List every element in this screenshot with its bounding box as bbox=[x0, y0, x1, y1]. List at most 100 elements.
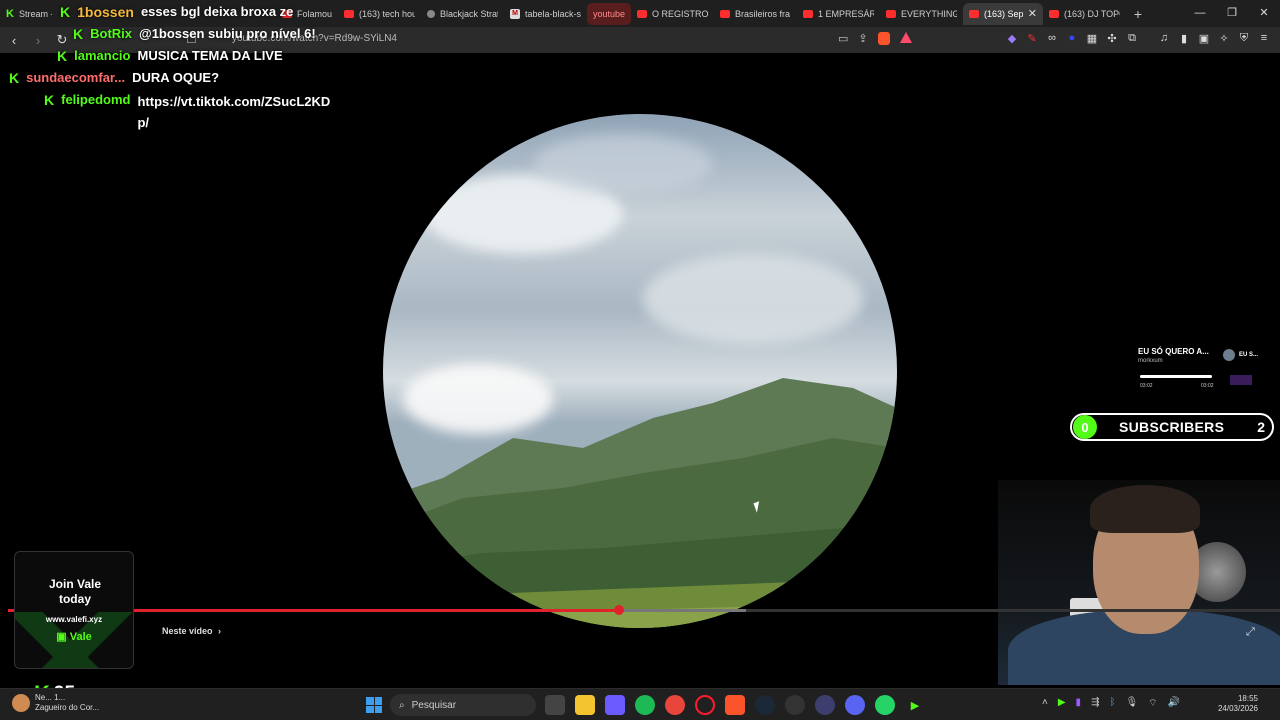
taskbar-search[interactable]: ⌕ Pesquisar bbox=[390, 694, 536, 716]
volume-icon[interactable]: 🔊 bbox=[1168, 697, 1180, 710]
taskbar-clock[interactable]: 18:55 24/03/2026 bbox=[1208, 694, 1258, 714]
streamer-hair bbox=[1090, 485, 1200, 533]
close-icon[interactable]: ✕ bbox=[1028, 7, 1037, 20]
tab-brasileiros[interactable]: Brasileiros fra bbox=[714, 3, 797, 25]
chevron-up-icon[interactable]: ˄ bbox=[1042, 697, 1048, 710]
task-view-icon[interactable] bbox=[545, 695, 565, 715]
brave-icon[interactable] bbox=[725, 695, 745, 715]
minimize-icon[interactable]: — bbox=[1184, 0, 1216, 27]
video-progress-bar[interactable] bbox=[8, 605, 1280, 615]
wifi-icon[interactable]: ⌔ bbox=[1148, 697, 1157, 710]
wallet-icon[interactable]: ▣ bbox=[1198, 32, 1210, 45]
news-line-1: Ne... 1... bbox=[35, 693, 66, 702]
obs-icon[interactable] bbox=[785, 695, 805, 715]
tab-tech-house[interactable]: (163) tech hou bbox=[338, 3, 421, 25]
search-placeholder: Pesquisar bbox=[411, 699, 457, 711]
tab-everything[interactable]: EVERYTHING bbox=[880, 3, 963, 25]
tab-blackjack[interactable]: Blackjack Strat bbox=[421, 3, 504, 25]
tab-label: Stream - bbox=[18, 8, 52, 19]
join-promo-card: Join Vale today www.valefi.xyz ▣ Vale bbox=[14, 551, 134, 669]
youtube-icon bbox=[803, 9, 813, 18]
extension-icon[interactable]: ● bbox=[1066, 32, 1078, 44]
music-icon[interactable]: ♫ bbox=[1158, 32, 1170, 44]
leo-ai-icon[interactable]: ✧ bbox=[1218, 32, 1230, 45]
kick-app-icon[interactable]: ▶ bbox=[905, 695, 925, 715]
windows-start-icon[interactable] bbox=[366, 697, 382, 713]
brave-shield-icon[interactable] bbox=[877, 32, 890, 45]
youtube-icon bbox=[969, 9, 979, 18]
reload-icon[interactable]: ↻ bbox=[52, 32, 72, 48]
youtube-icon bbox=[344, 9, 354, 18]
whatsapp-icon[interactable] bbox=[875, 695, 895, 715]
video-frame[interactable] bbox=[383, 114, 897, 628]
now-playing-progress-fill bbox=[1140, 375, 1212, 378]
tab-tabela[interactable]: M tabela-black-s bbox=[504, 3, 587, 25]
microphone-icon[interactable]: 🎙 bbox=[1125, 697, 1138, 710]
restore-icon[interactable]: ❐ bbox=[1216, 0, 1248, 27]
screenshot-icon[interactable]: ⧉ bbox=[1126, 32, 1138, 44]
tab-stream[interactable]: K Stream - bbox=[0, 3, 58, 25]
chat-message: K felipedomd https://vt.tiktok.com/ZSucL… bbox=[44, 91, 337, 133]
tab-youtube[interactable]: youtube bbox=[587, 2, 631, 25]
chat-message: K BotRix @1bossen subiu pro nível 6! bbox=[73, 25, 339, 43]
scrubber-handle[interactable] bbox=[613, 605, 624, 615]
document-icon: M bbox=[510, 8, 520, 19]
cast-icon[interactable]: ▭ bbox=[838, 32, 848, 45]
spotify-icon[interactable] bbox=[635, 695, 655, 715]
app-icon[interactable] bbox=[815, 695, 835, 715]
chrome-icon[interactable] bbox=[665, 695, 685, 715]
chat-username: felipedomd bbox=[61, 92, 131, 107]
tab-registro[interactable]: O REGISTRO - bbox=[631, 3, 714, 25]
tab-label: (163) tech hou bbox=[359, 8, 415, 19]
share-icon[interactable]: ⇪ bbox=[858, 32, 867, 45]
file-explorer-icon[interactable] bbox=[575, 695, 595, 715]
tab-label: youtube bbox=[593, 8, 625, 19]
puzzle-icon[interactable]: ✣ bbox=[1106, 32, 1118, 45]
kick-badge-icon: K bbox=[73, 26, 84, 42]
bluetooth-icon[interactable]: ᛒ bbox=[1109, 697, 1115, 710]
tray-app-icon[interactable]: ▶ bbox=[1058, 697, 1066, 710]
news-widget[interactable]: Ne... 1... Zagueiro do Cor... bbox=[12, 693, 99, 713]
extension-icon[interactable]: ◆ bbox=[1006, 32, 1018, 45]
brave-rewards-icon[interactable] bbox=[899, 32, 912, 43]
chat-text: MUSICA TEMA DA LIVE bbox=[137, 48, 283, 63]
youtube-icon bbox=[886, 9, 896, 18]
tray-app-icon[interactable]: ▮ bbox=[1076, 697, 1082, 710]
fullscreen-icon[interactable]: ⤢ bbox=[1246, 626, 1255, 639]
sidebar-icon[interactable]: ▮ bbox=[1178, 32, 1190, 45]
opera-icon[interactable] bbox=[695, 695, 715, 715]
promo-brand-name: Vale bbox=[69, 631, 92, 643]
tab-dj-topo[interactable]: (163) DJ TOPO bbox=[1043, 3, 1126, 25]
chat-message: K sundaecomfar... DURA OQUE? bbox=[9, 69, 252, 87]
tab-empresario[interactable]: 1 EMPRESÁRI bbox=[797, 3, 880, 25]
back-icon[interactable]: ‹ bbox=[4, 33, 24, 48]
extension-icon[interactable]: ✎ bbox=[1026, 32, 1038, 45]
vpn-icon[interactable]: ⛨ bbox=[1238, 32, 1250, 44]
chat-username: 1bossen bbox=[77, 4, 134, 20]
kick-badge-icon: K bbox=[44, 92, 55, 108]
tab-active[interactable]: (163) Sep ✕ bbox=[963, 2, 1043, 25]
search-icon: ⌕ bbox=[399, 699, 405, 711]
chat-text: @1bossen subiu pro nível 6! bbox=[139, 26, 316, 41]
steam-icon[interactable] bbox=[755, 695, 775, 715]
chat-text[interactable]: https://vt.tiktok.com/ZSucL2KDp/ bbox=[137, 91, 337, 133]
extension-icon[interactable]: ∞ bbox=[1046, 32, 1058, 44]
chat-username: lamancio bbox=[74, 48, 131, 63]
forward-icon[interactable]: › bbox=[28, 33, 48, 48]
extensions-bar: ◆ ✎ ∞ ● ▦ ✣ ⧉ ♫ ▮ ▣ ✧ ⛨ ≡ bbox=[1006, 32, 1270, 45]
chat-username: sundaecomfar... bbox=[26, 70, 126, 85]
close-window-icon[interactable]: ✕ bbox=[1248, 0, 1280, 27]
subscribers-goal: 2 bbox=[1257, 419, 1265, 435]
menu-icon[interactable]: ≡ bbox=[1258, 32, 1270, 44]
subscribers-count: 0 bbox=[1073, 415, 1097, 439]
now-playing-duration: 03:02 bbox=[1201, 383, 1214, 389]
news-icon bbox=[12, 694, 30, 712]
app-grid-icon[interactable] bbox=[605, 695, 625, 715]
new-tab-button[interactable]: + bbox=[1126, 6, 1150, 22]
extension-icon[interactable]: ▦ bbox=[1086, 32, 1098, 45]
system-tray: ˄ ▶ ▮ ⇶ ᛒ 🎙 ⌔ 🔊 bbox=[1042, 697, 1180, 710]
discord-icon[interactable] bbox=[845, 695, 865, 715]
clock-time: 18:55 bbox=[1237, 694, 1258, 703]
tray-app-icon[interactable]: ⇶ bbox=[1091, 697, 1099, 710]
chapters-button[interactable]: Neste vídeo › bbox=[162, 626, 221, 636]
